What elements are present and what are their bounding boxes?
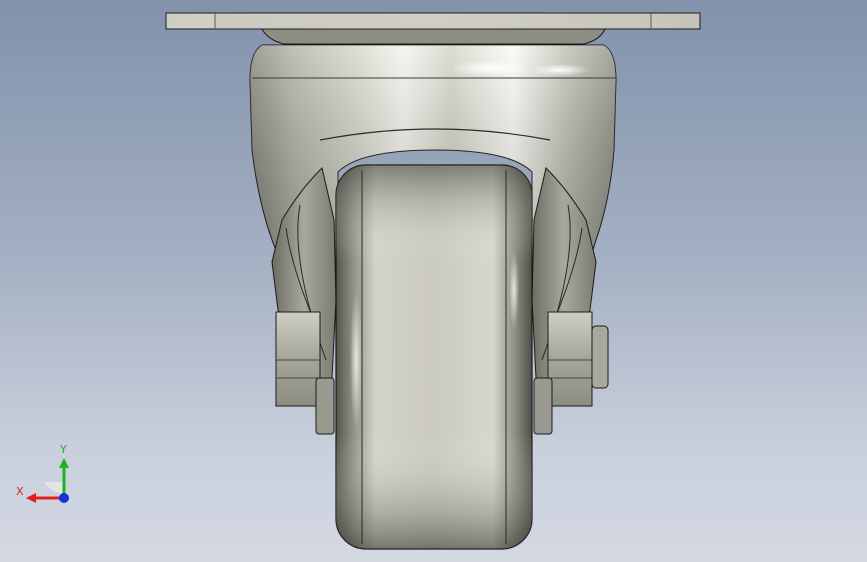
swivel-raceway[interactable] <box>261 28 606 45</box>
y-axis-arrowhead <box>59 458 69 468</box>
y-axis-label: Y <box>60 443 67 456</box>
mounting-plate[interactable] <box>165 12 701 30</box>
3d-viewport[interactable]: X Y <box>0 0 867 562</box>
axis-triad[interactable]: X Y <box>12 438 82 508</box>
wheel[interactable] <box>335 164 533 550</box>
caster-wheel-model[interactable] <box>0 0 867 562</box>
x-axis-arrowhead <box>26 493 36 503</box>
x-axis-label: X <box>16 485 24 498</box>
z-axis-dot <box>59 493 69 503</box>
